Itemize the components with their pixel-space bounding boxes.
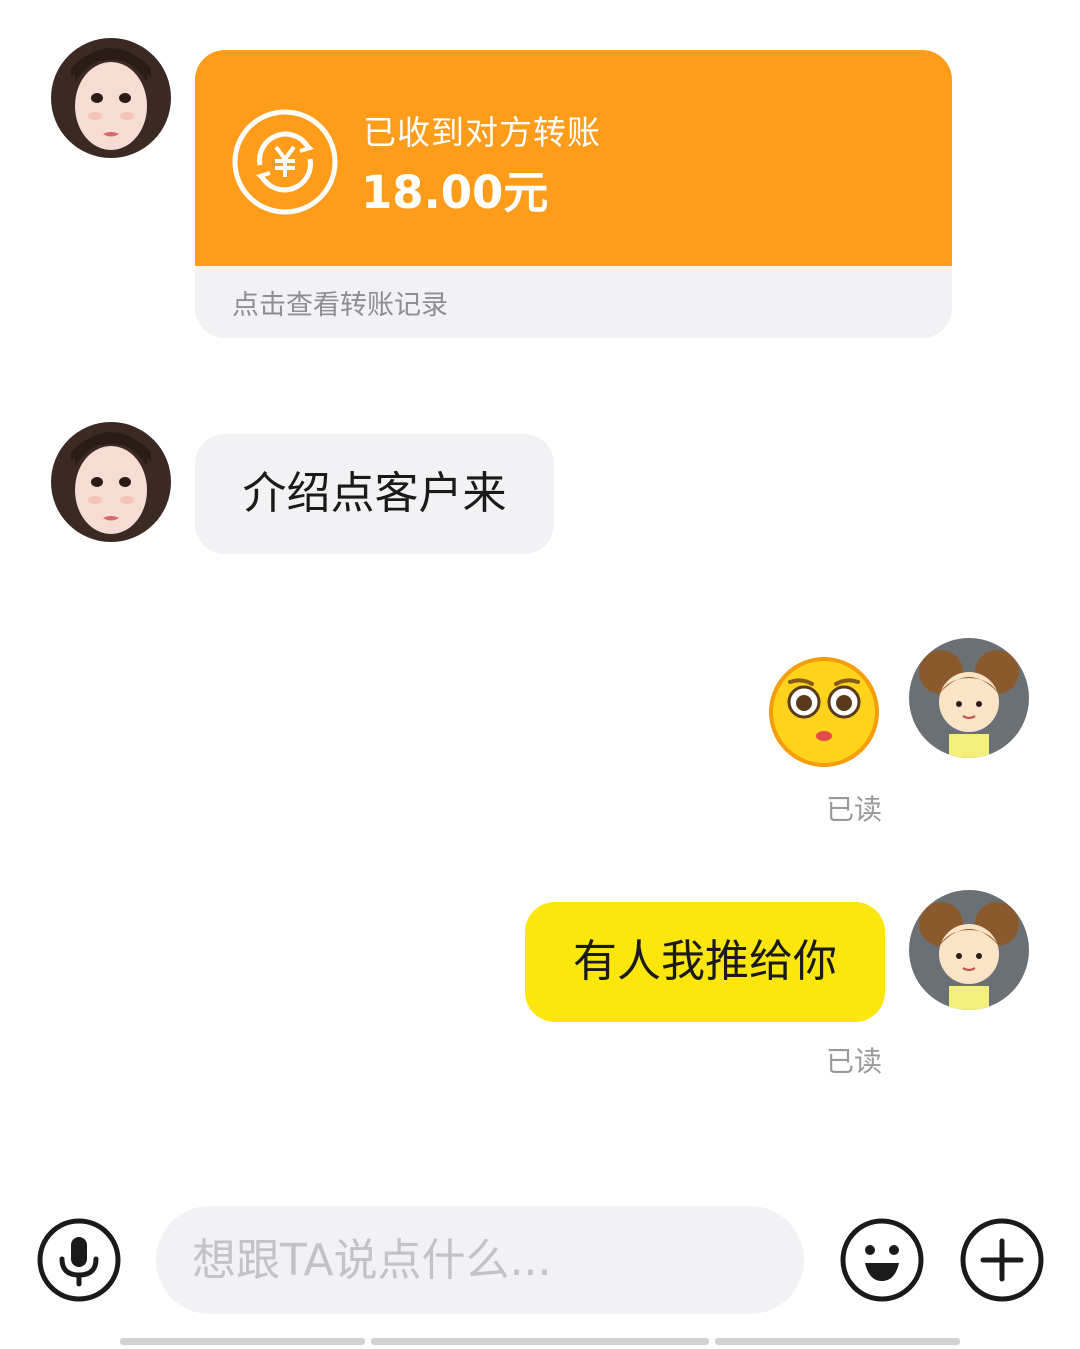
- outgoing-message-bubble[interactable]: 有人我推给你: [525, 902, 885, 1022]
- user-avatar[interactable]: [909, 890, 1029, 1010]
- transfer-amount: 18.00元: [361, 166, 549, 219]
- microphone-icon[interactable]: [36, 1217, 122, 1303]
- incoming-message-bubble[interactable]: 介绍点客户来: [195, 434, 554, 554]
- user-avatar[interactable]: [909, 638, 1029, 758]
- bottom-bar-segment: [371, 1338, 709, 1345]
- transfer-record-link[interactable]: 点击查看转账记录: [232, 283, 448, 322]
- bottom-bar-segment: [715, 1338, 960, 1345]
- read-status: 已读: [826, 1045, 883, 1078]
- transfer-card[interactable]: 已收到对方转账 18.00元 点击查看转账记录: [195, 50, 952, 338]
- bottom-bar-segment: [120, 1338, 365, 1345]
- contact-avatar[interactable]: [51, 422, 171, 542]
- pleading-face-emoji[interactable]: [768, 656, 880, 768]
- read-status: 已读: [826, 793, 883, 826]
- yuan-exchange-icon: [232, 109, 338, 215]
- transfer-card-header: 已收到对方转账 18.00元: [195, 50, 952, 266]
- plus-icon[interactable]: [959, 1217, 1045, 1303]
- message-input[interactable]: [156, 1206, 804, 1314]
- contact-avatar[interactable]: [51, 38, 171, 158]
- smiley-icon[interactable]: [839, 1217, 925, 1303]
- chat-screen: 已收到对方转账 18.00元 点击查看转账记录 介绍点客户来 已读 有人我推给你…: [0, 0, 1080, 1349]
- transfer-title: 已收到对方转账: [363, 113, 601, 152]
